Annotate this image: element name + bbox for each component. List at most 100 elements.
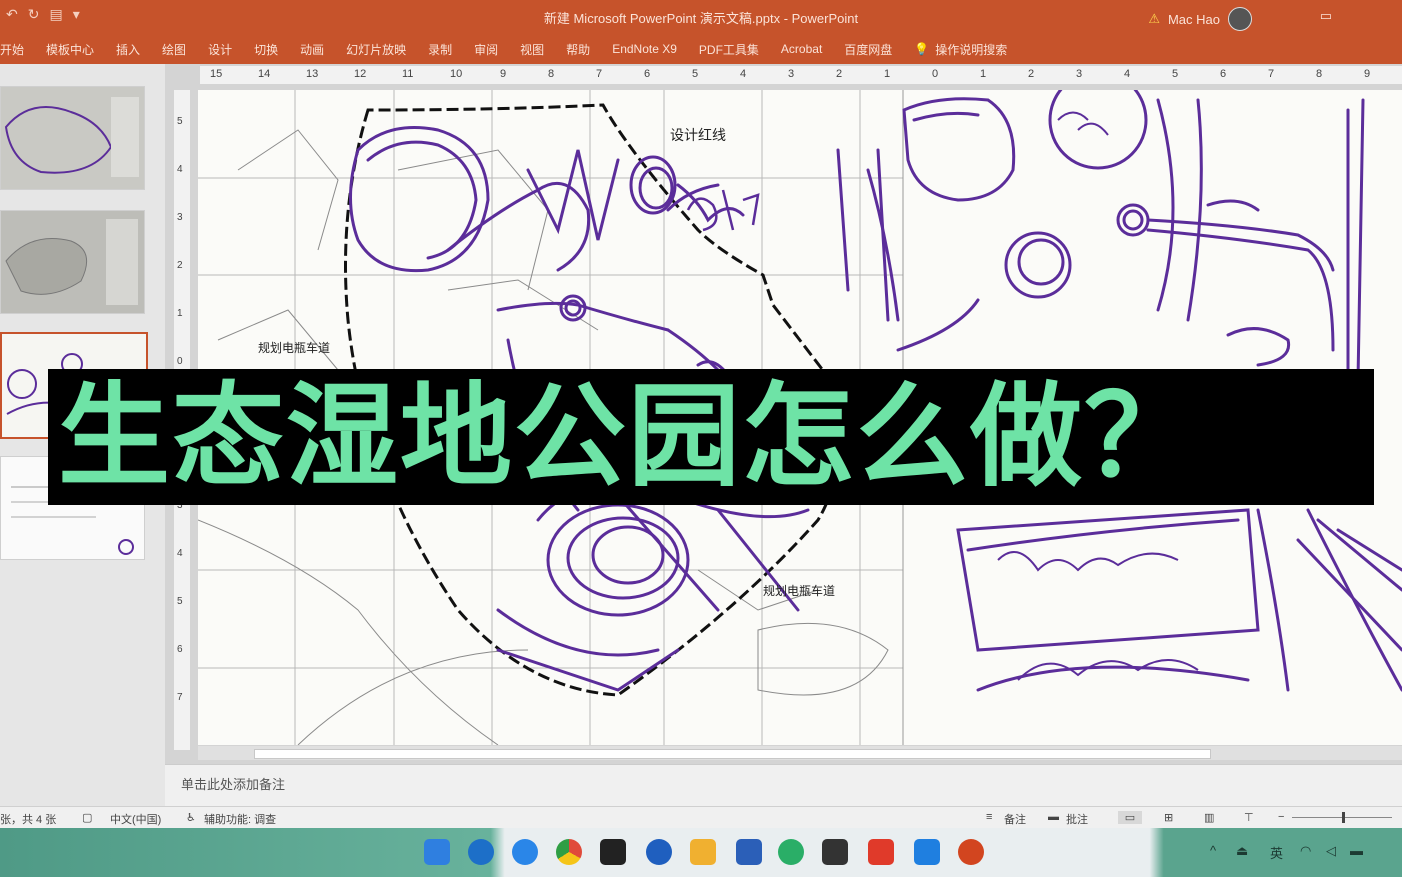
ruler-mark: 4 bbox=[177, 548, 183, 559]
ruler-mark: 1 bbox=[884, 68, 891, 80]
ruler-mark: 8 bbox=[1316, 68, 1323, 80]
ruler-mark: 0 bbox=[932, 68, 939, 80]
normal-view-icon[interactable]: ▭ bbox=[1118, 811, 1142, 824]
note-app-icon[interactable] bbox=[600, 839, 626, 865]
battery-icon[interactable]: ▬ bbox=[1350, 843, 1363, 858]
ruler-mark: 0 bbox=[177, 356, 183, 367]
thumbnail-2-image bbox=[1, 211, 144, 313]
slideshow-view-icon[interactable]: ⊤ bbox=[1244, 811, 1254, 824]
tell-me-search[interactable]: 💡 操作说明搜索 bbox=[903, 41, 1018, 58]
warning-icon: ⚠ bbox=[1148, 11, 1160, 26]
avatar[interactable] bbox=[1228, 7, 1252, 31]
ruler-mark: 4 bbox=[1124, 68, 1131, 80]
notes-placeholder: 单击此处添加备注 bbox=[181, 777, 286, 792]
ruler-mark: 12 bbox=[354, 68, 367, 80]
ruler-mark: 9 bbox=[1364, 68, 1371, 80]
comments-button[interactable]: 批注 bbox=[1066, 811, 1088, 827]
zy-app-icon[interactable] bbox=[822, 839, 848, 865]
volume-icon[interactable]: ◁ bbox=[1326, 843, 1336, 859]
tab-review[interactable]: 审阅 bbox=[463, 41, 509, 58]
tab-design[interactable]: 设计 bbox=[197, 41, 243, 58]
label-design-red-line: 设计红线 bbox=[670, 127, 726, 143]
ruler-mark: 8 bbox=[548, 68, 555, 80]
notes-pane[interactable]: 单击此处添加备注 bbox=[165, 764, 1402, 807]
tab-acrobat[interactable]: Acrobat bbox=[770, 42, 833, 56]
scrollbar-thumb[interactable] bbox=[254, 749, 1211, 759]
tab-baidu-netdisk[interactable]: 百度网盘 bbox=[833, 41, 903, 58]
account-area[interactable]: ⚠ Mac Hao bbox=[1148, 7, 1252, 31]
ruler-mark: 3 bbox=[1076, 68, 1083, 80]
tab-pdf-tools[interactable]: PDF工具集 bbox=[688, 41, 770, 58]
slide-count: 张，共 4 张 bbox=[0, 814, 57, 826]
blue-app-icon[interactable] bbox=[646, 839, 672, 865]
ribbon: 开始 模板中心 插入 绘图 设计 切换 动画 幻灯片放映 录制 审阅 视图 帮助… bbox=[0, 34, 1402, 64]
title-bar: ↶ ↻ ▤ ▾ 新建 Microsoft PowerPoint 演示文稿.ppt… bbox=[0, 0, 1402, 34]
chrome-icon[interactable] bbox=[556, 839, 582, 865]
ruler-mark: 5 bbox=[692, 68, 699, 80]
zoom-out-icon[interactable]: − bbox=[1278, 811, 1284, 823]
ruler-mark: 4 bbox=[177, 164, 183, 175]
powerpoint-icon[interactable] bbox=[958, 839, 984, 865]
meeting-app-icon[interactable] bbox=[914, 839, 940, 865]
tab-animations[interactable]: 动画 bbox=[289, 41, 335, 58]
start-icon[interactable] bbox=[424, 839, 450, 865]
show-hidden-icons[interactable]: ^ bbox=[1210, 843, 1216, 858]
tab-record[interactable]: 录制 bbox=[417, 41, 463, 58]
ruler-mark: 13 bbox=[306, 68, 319, 80]
tab-endnote[interactable]: EndNote X9 bbox=[601, 42, 688, 56]
tab-help[interactable]: 帮助 bbox=[555, 41, 601, 58]
ruler-mark: 2 bbox=[836, 68, 843, 80]
ruler-mark: 6 bbox=[1220, 68, 1227, 80]
ruler-mark: 9 bbox=[500, 68, 507, 80]
file-explorer-icon[interactable] bbox=[690, 839, 716, 865]
wps-icon[interactable] bbox=[868, 839, 894, 865]
slide-thumbnail-1[interactable] bbox=[0, 86, 145, 190]
label-ev-road-2: 规划电瓶车道 bbox=[763, 583, 835, 598]
ruler-mark: 5 bbox=[177, 596, 183, 607]
tab-transitions[interactable]: 切换 bbox=[243, 41, 289, 58]
ruler-mark: 3 bbox=[788, 68, 795, 80]
ruler-mark: 7 bbox=[177, 692, 183, 703]
slide-thumbnail-2[interactable] bbox=[0, 210, 145, 314]
zoom-slider-handle[interactable] bbox=[1342, 812, 1345, 823]
horizontal-scrollbar[interactable] bbox=[198, 746, 1402, 760]
tab-slideshow[interactable]: 幻灯片放映 bbox=[335, 41, 417, 58]
tab-home[interactable]: 开始 bbox=[0, 41, 35, 58]
ruler-mark: 7 bbox=[596, 68, 603, 80]
ruler-mark: 10 bbox=[450, 68, 463, 80]
ruler-mark: 1 bbox=[177, 308, 183, 319]
user-name: Mac Hao bbox=[1167, 11, 1220, 27]
ime-indicator[interactable]: 英 bbox=[1270, 843, 1283, 862]
word-icon[interactable] bbox=[736, 839, 762, 865]
edge-icon[interactable] bbox=[468, 839, 494, 865]
accessibility-icon[interactable]: ♿ bbox=[186, 811, 196, 824]
horizontal-ruler: 15 14 13 12 11 10 9 8 7 6 5 4 3 2 1 0 1 … bbox=[200, 66, 1402, 84]
ruler-mark: 5 bbox=[1172, 68, 1179, 80]
tab-view[interactable]: 视图 bbox=[509, 41, 555, 58]
notes-button-icon[interactable]: ≡ bbox=[986, 811, 992, 823]
reading-view-icon[interactable]: ▥ bbox=[1204, 811, 1214, 824]
wechat-icon[interactable] bbox=[778, 839, 804, 865]
usb-icon[interactable]: ⏏ bbox=[1236, 843, 1248, 859]
ruler-mark: 1 bbox=[980, 68, 987, 80]
title-banner-overlay: 生态湿地公园怎么做？ bbox=[48, 369, 1374, 505]
tell-me-label: 操作说明搜索 bbox=[935, 42, 1008, 57]
language-indicator[interactable]: 中文(中国) bbox=[110, 811, 161, 827]
comments-button-icon[interactable]: ▬ bbox=[1048, 811, 1059, 823]
wifi-icon[interactable]: ◠ bbox=[1300, 843, 1311, 859]
slide-sorter-icon[interactable]: ⊞ bbox=[1164, 811, 1173, 824]
ruler-mark: 6 bbox=[177, 644, 183, 655]
ie-icon[interactable] bbox=[512, 839, 538, 865]
ribbon-tabs: 开始 模板中心 插入 绘图 设计 切换 动画 幻灯片放映 录制 审阅 视图 帮助… bbox=[0, 34, 1402, 64]
accessibility-status[interactable]: 辅助功能: 调查 bbox=[204, 811, 276, 827]
ribbon-display-options-icon[interactable]: ▭ bbox=[1320, 8, 1332, 24]
tab-template-center[interactable]: 模板中心 bbox=[35, 41, 105, 58]
thumbnail-1-image bbox=[1, 87, 144, 189]
label-ev-road-1: 规划电瓶车道 bbox=[258, 340, 330, 355]
ruler-mark: 2 bbox=[1028, 68, 1035, 80]
tab-insert[interactable]: 插入 bbox=[105, 41, 151, 58]
spell-check-icon[interactable]: ▢ bbox=[82, 811, 92, 824]
notes-button[interactable]: 备注 bbox=[1004, 811, 1026, 827]
ruler-mark: 4 bbox=[740, 68, 747, 80]
tab-draw[interactable]: 绘图 bbox=[151, 41, 197, 58]
